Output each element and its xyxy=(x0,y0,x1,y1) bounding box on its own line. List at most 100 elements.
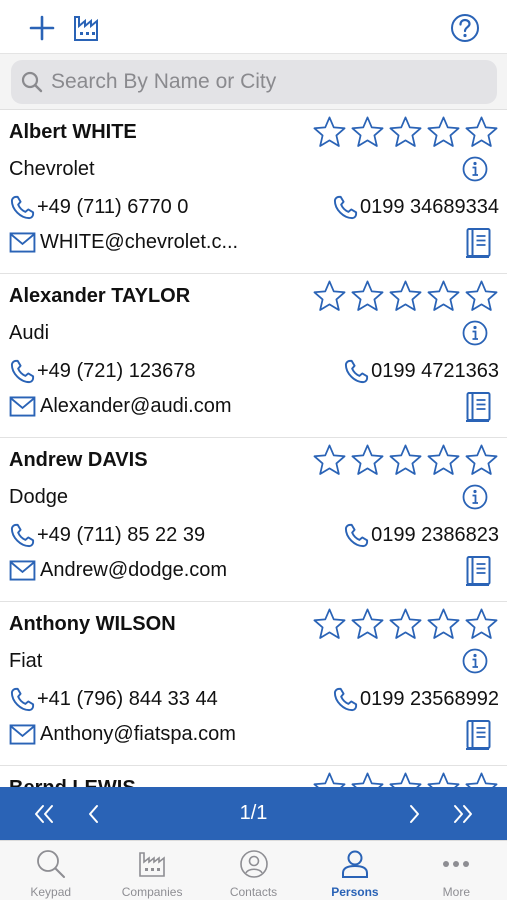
search-icon xyxy=(21,71,43,93)
phone-number: +49 (711) 85 22 39 xyxy=(37,524,206,546)
star-icon[interactable] xyxy=(312,115,347,149)
phone-icon xyxy=(333,195,358,220)
search-icon xyxy=(36,850,65,878)
tab-persons[interactable]: Persons xyxy=(304,841,405,900)
email-address: Andrew@dodge.com xyxy=(40,559,228,581)
notebook-icon[interactable] xyxy=(464,227,494,259)
info-icon[interactable] xyxy=(462,156,488,182)
notebook-icon[interactable] xyxy=(464,391,494,423)
star-rating[interactable] xyxy=(312,443,499,477)
phone-icon xyxy=(345,523,369,548)
email-address: WHITE@chevrolet.c... xyxy=(40,231,239,253)
mail-icon xyxy=(9,232,36,253)
phone-link[interactable]: +49 (711) 6770 0 xyxy=(9,194,188,221)
phone-link[interactable]: +49 (711) 85 22 39 xyxy=(9,522,205,549)
tab-companies[interactable]: Companies xyxy=(101,841,202,900)
star-icon[interactable] xyxy=(464,279,499,313)
star-rating[interactable] xyxy=(312,607,499,641)
info-icon[interactable] xyxy=(462,484,488,510)
search-box[interactable] xyxy=(11,60,497,104)
contact-name: Albert WHITE xyxy=(9,121,137,143)
star-rating[interactable] xyxy=(312,279,499,313)
star-icon[interactable] xyxy=(426,443,461,477)
tab-contacts[interactable]: Contacts xyxy=(203,841,304,900)
star-icon[interactable] xyxy=(350,771,385,787)
star-icon[interactable] xyxy=(312,443,347,477)
contact-name: Bernd LEWIS xyxy=(9,777,136,787)
search-input[interactable] xyxy=(51,70,481,94)
list-item[interactable]: Andrew DAVIS Dodge +49 (711) 85 22 39 0199 … xyxy=(0,438,507,602)
star-icon[interactable] xyxy=(312,279,347,313)
plus-icon xyxy=(29,15,55,41)
companies-button[interactable] xyxy=(70,10,106,46)
chevron-right-icon xyxy=(410,805,419,823)
mail-icon xyxy=(9,724,36,745)
phone-icon xyxy=(10,359,35,384)
tab-label: Contacts xyxy=(229,885,278,899)
star-icon[interactable] xyxy=(388,115,423,149)
last-page-button[interactable] xyxy=(445,796,481,832)
phone-icon xyxy=(10,687,35,712)
search-bar xyxy=(0,54,507,110)
mobile-number: 0199 4721363 xyxy=(371,360,499,382)
list-item[interactable]: Bernd LEWIS xyxy=(0,766,507,787)
add-button[interactable] xyxy=(24,10,60,46)
star-icon[interactable] xyxy=(350,279,385,313)
star-icon[interactable] xyxy=(464,115,499,149)
list-item[interactable]: Anthony WILSON Fiat +41 (796) 844 33 44 019… xyxy=(0,602,507,766)
list-item[interactable]: Alexander TAYLOR Audi +49 (721) 123678 0199… xyxy=(0,274,507,438)
star-icon[interactable] xyxy=(426,607,461,641)
star-icon[interactable] xyxy=(388,279,423,313)
star-icon[interactable] xyxy=(388,607,423,641)
notebook-icon[interactable] xyxy=(464,719,494,751)
star-icon[interactable] xyxy=(426,279,461,313)
star-icon[interactable] xyxy=(350,607,385,641)
star-icon[interactable] xyxy=(464,443,499,477)
star-icon[interactable] xyxy=(312,607,347,641)
contact-list: Albert WHITE Chevrolet +49 (711) 6770 0 019… xyxy=(0,110,507,787)
star-rating[interactable] xyxy=(312,115,499,149)
star-rating[interactable] xyxy=(312,771,499,787)
star-icon[interactable] xyxy=(464,607,499,641)
mail-icon xyxy=(9,396,36,417)
phone-link[interactable]: +49 (721) 123678 xyxy=(9,358,195,385)
tab-keypad[interactable]: Keypad xyxy=(0,841,101,900)
email-link[interactable]: WHITE@chevrolet.c... xyxy=(9,231,238,254)
email-link[interactable]: Anthony@fiatspa.com xyxy=(9,723,236,746)
star-icon[interactable] xyxy=(350,115,385,149)
phone-link[interactable]: +41 (796) 844 33 44 xyxy=(9,686,218,713)
tab-label: Companies xyxy=(121,885,183,899)
star-icon[interactable] xyxy=(350,443,385,477)
info-icon[interactable] xyxy=(462,320,488,346)
list-item[interactable]: Albert WHITE Chevrolet +49 (711) 6770 0 019… xyxy=(0,110,507,274)
phone-icon xyxy=(345,359,369,384)
help-button[interactable] xyxy=(447,10,483,46)
contact-company: Chevrolet xyxy=(9,158,95,180)
mobile-link[interactable]: 0199 4721363 xyxy=(343,358,499,385)
notebook-icon[interactable] xyxy=(464,555,494,587)
email-link[interactable]: Andrew@dodge.com xyxy=(9,559,227,582)
star-icon[interactable] xyxy=(388,771,423,787)
star-icon[interactable] xyxy=(426,115,461,149)
mobile-link[interactable]: 0199 2386823 xyxy=(343,522,499,549)
phone-icon xyxy=(10,195,35,220)
more-icon xyxy=(443,861,470,867)
info-icon[interactable] xyxy=(462,648,488,674)
tab-more[interactable]: More xyxy=(406,841,507,900)
star-icon[interactable] xyxy=(312,771,347,787)
star-icon[interactable] xyxy=(388,443,423,477)
star-icon[interactable] xyxy=(464,771,499,787)
mobile-number: 0199 2386823 xyxy=(371,524,499,546)
double-chevron-right-icon xyxy=(454,805,472,823)
star-icon[interactable] xyxy=(426,771,461,787)
person-icon xyxy=(341,850,368,878)
tab-bar: Keypad Companies Contacts Persons More xyxy=(0,840,507,900)
mobile-link[interactable]: 0199 23568992 xyxy=(332,686,499,713)
factory-icon xyxy=(74,16,98,41)
mobile-number: 0199 34689334 xyxy=(359,196,499,218)
phone-icon xyxy=(333,687,358,712)
next-page-button[interactable] xyxy=(397,796,433,832)
email-link[interactable]: Alexander@audi.com xyxy=(9,395,232,418)
contact-company: Audi xyxy=(9,322,50,344)
mobile-link[interactable]: 0199 34689334 xyxy=(332,194,499,221)
